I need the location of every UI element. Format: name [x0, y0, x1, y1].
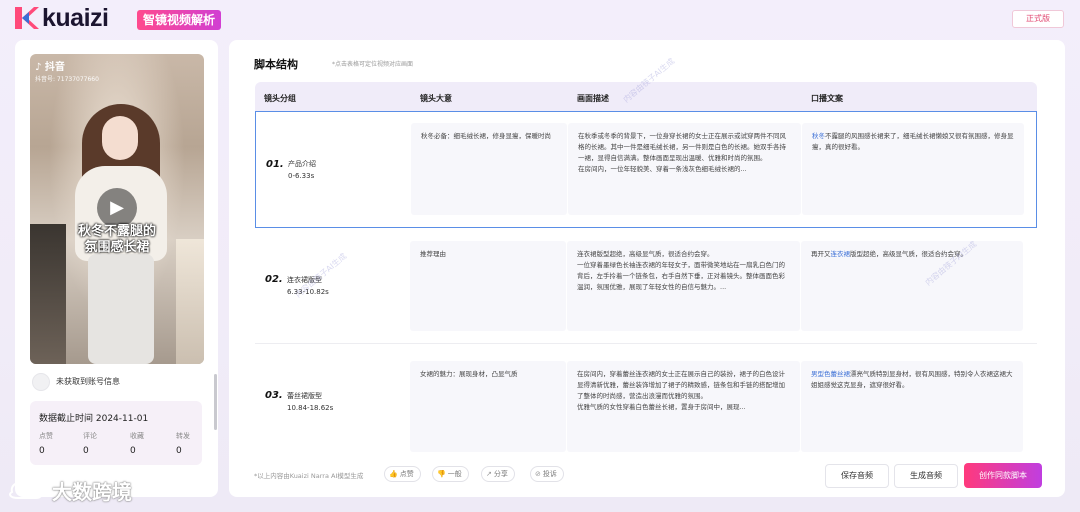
shot-time: 0-6.33s	[288, 172, 315, 180]
version-button[interactable]: 正式版	[1012, 10, 1064, 28]
thumbs-down-icon: 👎	[437, 470, 446, 478]
shot-summary-cell: 秋冬必备：细毛绒长裙，修身显瘦，保暖时尚	[411, 123, 567, 215]
platform-label: ♪ 抖音	[35, 62, 65, 73]
app-name-badge: 智镜视频解析	[137, 10, 222, 30]
section-hint: *点击表格可定位视频对应画面	[332, 61, 414, 68]
video-player[interactable]: ♪ 抖音 抖音号: 71737077660 ▶ 秋冬不露腿的 氛围感长裙	[30, 54, 204, 364]
thumbs-up-icon: 👍	[389, 470, 398, 478]
dislike-button[interactable]: 👎 一般	[432, 466, 469, 482]
column-header: 镜头分组	[264, 94, 296, 103]
report-button[interactable]: ⊘ 投诉	[530, 466, 564, 482]
logo-text: kuaizi	[42, 4, 109, 32]
share-button[interactable]: ↗ 分享	[481, 466, 515, 482]
voiceover-cell: 再开又连衣裙版型超绝，高级显气质，很适合约会穿。	[801, 241, 1023, 331]
column-header: 画面描述	[577, 94, 609, 103]
clothes-rack-right	[176, 239, 204, 364]
shot-number: 02.	[265, 274, 283, 285]
table-row[interactable]: 01. 产品介绍 0-6.33s 秋冬必备：细毛绒长裙，修身显瘦，保暖时尚 在秋…	[255, 111, 1037, 228]
table-row[interactable]: 02. 连衣裙版型 6.33-10.82s 推荐理由 连衣裙版型超绝，高级显气质…	[255, 228, 1037, 344]
voiceover-cell: 秋冬不露腿的风围感长裙来了，细毛绒长裙懒娘又很有氛围感，修身显瘦，真的很好看。	[802, 123, 1024, 215]
voiceover-keyword: 秋冬	[812, 132, 825, 140]
stats-card: 数据截止时间 2024-11-01 点赞 0 评论 0 收藏 0 转发 0	[30, 401, 202, 465]
script-panel: 脚本结构 *点击表格可定位视频对应画面 镜头分组 镜头大意 画面描述 口播文案 …	[229, 40, 1065, 497]
brand-text: 大数跨境	[52, 480, 132, 504]
save-audio-button[interactable]: 保存音频	[825, 464, 889, 488]
account-id: 抖音号: 71737077660	[35, 76, 99, 83]
shot-group-name: 蕾丝裙版型	[287, 392, 322, 400]
tiktok-icon: ♪	[35, 62, 42, 73]
share-icon: ↗	[486, 470, 492, 478]
kuaizi-logo-icon	[15, 7, 39, 29]
stat-likes: 点赞 0	[39, 432, 53, 456]
shot-number: 03.	[265, 390, 283, 401]
column-header: 镜头大意	[420, 94, 452, 103]
voiceover-keyword: 男型色蕾丝裙	[811, 370, 850, 378]
stat-favorites: 收藏 0	[130, 432, 144, 456]
voiceover-keyword: 连衣裙	[830, 250, 851, 258]
column-header: 口播文案	[811, 94, 843, 103]
top-bar: kuaizi 智镜视频解析 正式版	[0, 0, 1080, 40]
brand-logo-icon	[9, 481, 43, 499]
report-icon: ⊘	[535, 470, 541, 478]
data-date: 数据截止时间 2024-11-01	[39, 414, 149, 424]
create-script-button[interactable]: 创作同款脚本	[964, 463, 1042, 488]
shot-group-name: 产品介绍	[288, 160, 316, 168]
stat-comments: 评论 0	[83, 432, 97, 456]
play-icon[interactable]: ▶	[97, 188, 137, 228]
sidebar-scrollbar[interactable]	[214, 374, 217, 430]
shot-number: 01.	[266, 159, 284, 170]
shot-summary-cell: 女裙的魅力：展现身材，凸显气质	[410, 361, 566, 452]
voiceover-cell: 男型色蕾丝裙漂亮气质特别显身材，很有风围感，特别令人衣裙这裙大姐姐感觉这克显身，…	[801, 361, 1023, 452]
shot-description-cell: 连衣裙版型超绝，高级显气质，很适合约会穿。 一位穿着墨绿色长袖连衣裙的年轻女子，…	[567, 241, 800, 331]
table-row[interactable]: 03. 蕾丝裙版型 10.84-18.62s 女裙的魅力：展现身材，凸显气质 在…	[255, 344, 1037, 452]
shot-time: 10.84-18.62s	[287, 404, 334, 412]
ai-disclaimer: *以上内容由Kuaizi Narra AI模型生成	[254, 472, 364, 480]
video-caption: 秋冬不露腿的 氛围感长裙	[77, 224, 156, 255]
generate-audio-button[interactable]: 生成音频	[894, 464, 958, 488]
account-status: 未获取到账号信息	[56, 377, 120, 386]
avatar	[32, 373, 50, 391]
like-button[interactable]: 👍 点赞	[384, 466, 421, 482]
shot-description-cell: 在房间内，穿着蕾丝连衣裙的女士正在展示自己的装扮，裙子的白色设计显得清新优雅，蕾…	[567, 361, 800, 452]
video-sidebar: ♪ 抖音 抖音号: 71737077660 ▶ 秋冬不露腿的 氛围感长裙 未获取…	[15, 40, 218, 497]
stat-shares: 转发 0	[176, 432, 190, 456]
section-title: 脚本结构	[254, 58, 298, 71]
shot-summary-cell: 推荐理由	[410, 241, 566, 331]
shot-description-cell: 在秋季或冬季的背景下，一位身穿长裙的女士正在展示或试穿两件不同风格的长裙。其中一…	[568, 123, 801, 215]
